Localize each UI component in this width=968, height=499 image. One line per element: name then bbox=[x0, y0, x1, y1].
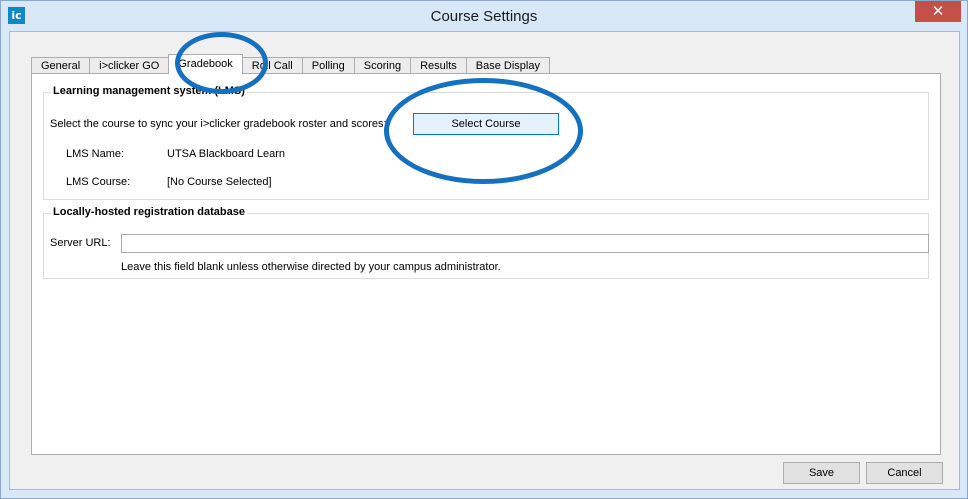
title-bar[interactable]: ic Course Settings ✕ bbox=[1, 1, 967, 31]
gradebook-panel: Learning management system (LMS) Select … bbox=[31, 73, 941, 455]
save-button[interactable]: Save bbox=[783, 462, 860, 484]
lms-name-label: LMS Name: bbox=[66, 148, 125, 160]
tab-results[interactable]: Results bbox=[410, 57, 467, 74]
registration-group: Locally-hosted registration database Ser… bbox=[43, 206, 929, 279]
lms-group-title: Learning management system (LMS) bbox=[51, 85, 247, 97]
cancel-button[interactable]: Cancel bbox=[866, 462, 943, 484]
course-settings-window: ic Course Settings ✕ General i>clicker G… bbox=[0, 0, 968, 499]
window-title: Course Settings bbox=[430, 8, 538, 25]
dialog-body: General i>clicker GO Gradebook Roll Call… bbox=[9, 31, 960, 490]
server-url-input[interactable] bbox=[121, 234, 929, 253]
lms-course-label: LMS Course: bbox=[66, 176, 131, 188]
lms-name-value: UTSA Blackboard Learn bbox=[167, 148, 286, 160]
lms-instruction: Select the course to sync your i>clicker… bbox=[50, 118, 387, 130]
registration-group-title: Locally-hosted registration database bbox=[51, 206, 247, 218]
tab-gradebook[interactable]: Gradebook bbox=[168, 54, 243, 74]
tab-iclicker-go[interactable]: i>clicker GO bbox=[89, 57, 170, 74]
tab-roll-call[interactable]: Roll Call bbox=[241, 57, 303, 74]
lms-course-value: [No Course Selected] bbox=[167, 176, 272, 188]
server-url-hint: Leave this field blank unless otherwise … bbox=[121, 261, 501, 273]
close-button[interactable]: ✕ bbox=[915, 1, 961, 22]
tab-strip: General i>clicker GO Gradebook Roll Call… bbox=[31, 54, 550, 74]
select-course-button[interactable]: Select Course bbox=[413, 113, 559, 135]
tab-polling[interactable]: Polling bbox=[301, 57, 355, 74]
lms-group: Learning management system (LMS) Select … bbox=[43, 85, 929, 200]
tab-base-display[interactable]: Base Display bbox=[465, 57, 550, 74]
tab-general[interactable]: General bbox=[31, 57, 91, 74]
server-url-label: Server URL: bbox=[50, 237, 111, 249]
tab-scoring[interactable]: Scoring bbox=[353, 57, 412, 74]
